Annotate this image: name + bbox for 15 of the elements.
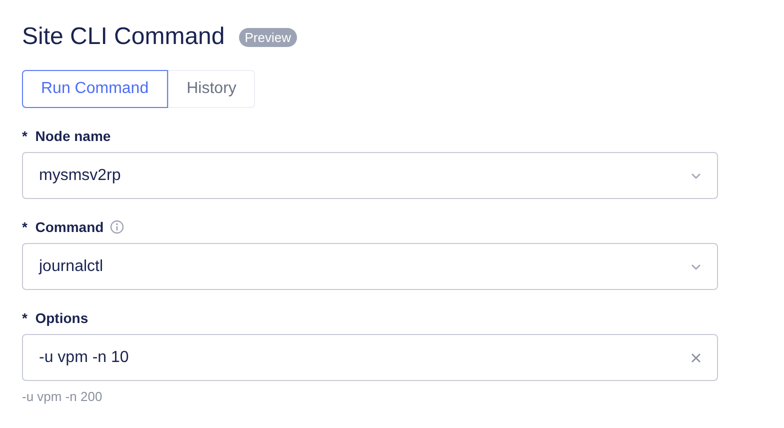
chevron-down-icon <box>691 172 701 178</box>
helper-text: -u vpm -n 200 <box>22 389 104 404</box>
chevron-down-icon <box>691 264 701 270</box>
tab[interactable]: Run Command <box>22 70 168 108</box>
select-field[interactable]: journalctl <box>22 243 718 290</box>
page-title: Site CLI Command <box>22 23 225 51</box>
select-field[interactable]: mysmsv2rp <box>22 152 718 199</box>
clear-icon[interactable] <box>691 352 701 362</box>
field-label: * Node name <box>22 128 111 144</box>
preview-badge: Preview <box>238 28 297 46</box>
field-label: * Options <box>22 310 88 326</box>
field-label: * Command <box>22 219 104 235</box>
input-field[interactable]: -u vpm -n 10 <box>22 334 718 381</box>
info-icon[interactable] <box>110 220 124 234</box>
tab[interactable]: History <box>168 70 256 108</box>
